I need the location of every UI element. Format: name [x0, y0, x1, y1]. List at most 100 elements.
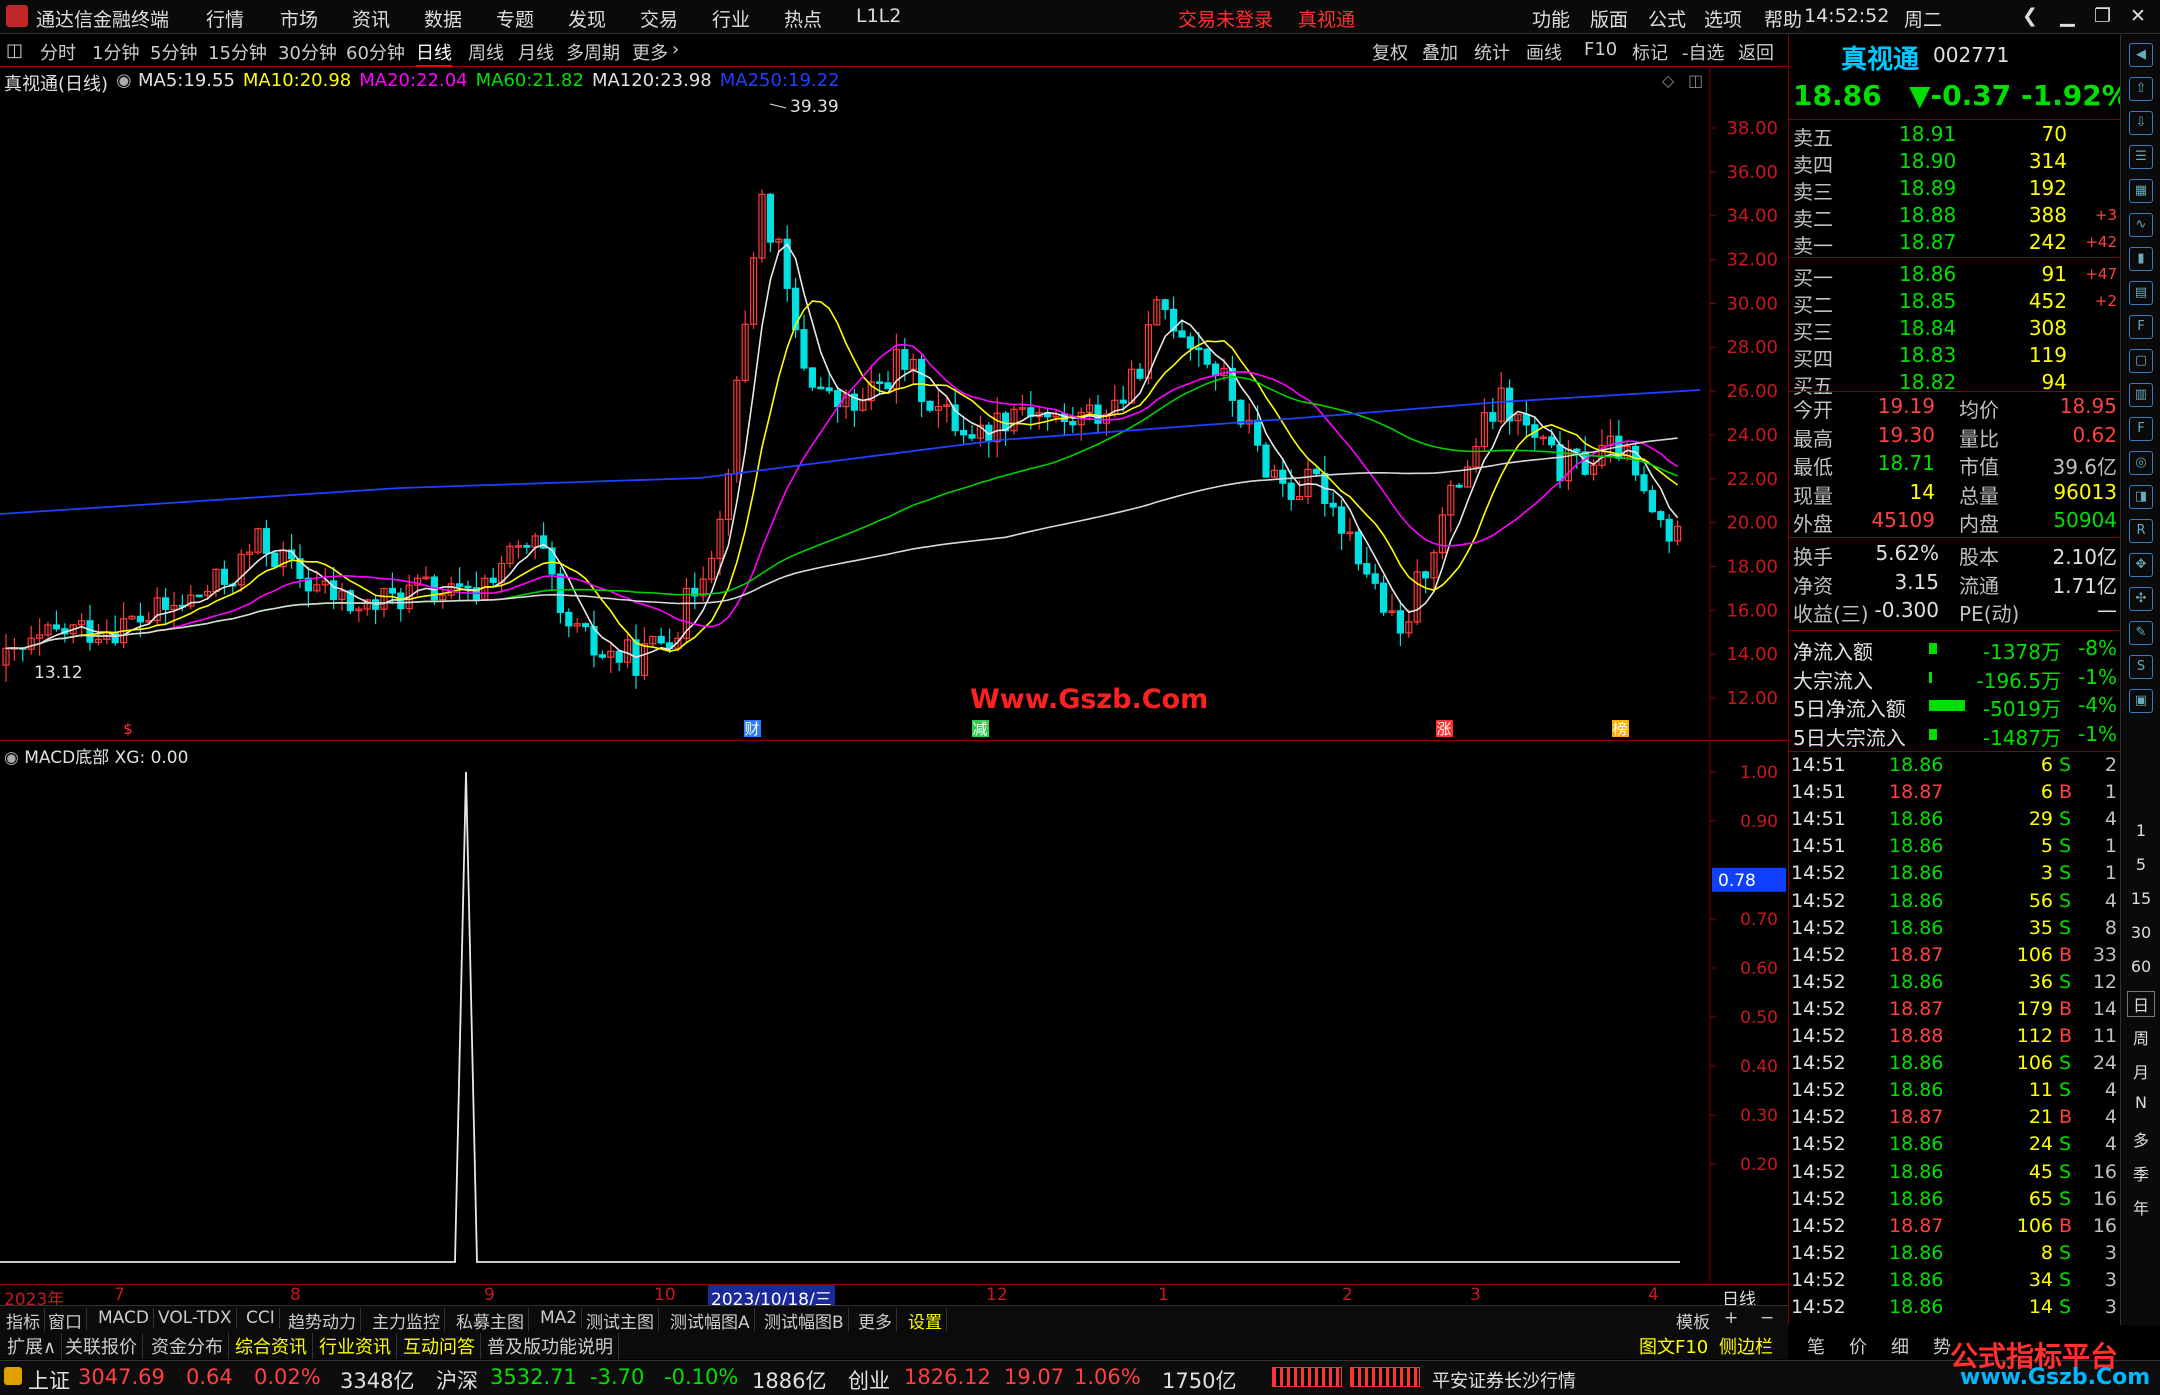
info-tab-2[interactable]: 资金分布 — [146, 1333, 229, 1359]
menu-8[interactable]: 热点 — [784, 5, 822, 32]
diamond-icon[interactable]: ◇ — [1662, 71, 1675, 90]
period-9[interactable]: 多周期 — [566, 39, 620, 65]
stock-link[interactable]: 真视通 — [1298, 5, 1355, 32]
chart-tool-1[interactable]: 叠加 — [1422, 39, 1458, 65]
info-tab-0[interactable]: 扩展∧ — [2, 1333, 63, 1359]
chart-tool-3[interactable]: 画线 — [1526, 39, 1562, 65]
tick-row[interactable]: 14:52 18.86 34 S 3 — [1789, 1268, 2121, 1295]
indicator-tab-10[interactable]: 测试幅图A — [666, 1308, 755, 1333]
template-btn-2[interactable]: − — [1756, 1308, 1778, 1328]
indicator-tab-12[interactable]: 更多 — [854, 1308, 897, 1333]
indicator-tab-4[interactable]: CCI — [242, 1308, 280, 1328]
side-period-10[interactable]: 季 — [2127, 1161, 2155, 1185]
right-menu-0[interactable]: 功能 — [1532, 5, 1570, 32]
up-arrow-icon[interactable]: ⇧ — [2129, 77, 2153, 101]
order-book-row[interactable]: 卖三 18.89 192 — [1789, 175, 2121, 204]
indicator-tab-6[interactable]: 主力监控 — [368, 1308, 445, 1333]
tick-row[interactable]: 14:52 18.86 36 S 12 — [1789, 970, 2121, 997]
tick-row[interactable]: 14:52 18.87 179 B 14 — [1789, 997, 2121, 1024]
chart-tool-0[interactable]: 复权 — [1372, 39, 1408, 65]
tick-row[interactable]: 14:52 18.87 21 B 4 — [1789, 1105, 2121, 1132]
indicator-tab-3[interactable]: VOL-TDX — [154, 1308, 237, 1328]
tick-row[interactable]: 14:52 18.86 45 S 16 — [1789, 1160, 2121, 1187]
chart-tool-6[interactable]: -自选 — [1682, 39, 1725, 65]
side-tab-0[interactable]: 图文F10 — [1634, 1333, 1713, 1359]
tool-icon[interactable]: ✥ — [2129, 553, 2153, 577]
period-2[interactable]: 5分钟 — [150, 39, 197, 65]
tick-row[interactable]: 14:52 18.86 14 S 3 — [1789, 1295, 2121, 1322]
doc-icon[interactable]: ▢ — [2129, 349, 2153, 373]
tick-row[interactable]: 14:52 18.86 11 S 4 — [1789, 1078, 2121, 1105]
layers-icon[interactable]: ◨ — [2129, 485, 2153, 509]
tick-row[interactable]: 14:52 18.86 24 S 4 — [1789, 1132, 2121, 1159]
fs-icon[interactable]: S — [2129, 655, 2153, 679]
candlestick-chart[interactable]: 38.00 36.00 34.00 32.00 30.00 28.00 26.00 24.00… — [0, 68, 1788, 740]
order-book-row[interactable]: 卖二 18.88 388 +3 — [1789, 202, 2121, 231]
period-3[interactable]: 15分钟 — [208, 39, 267, 65]
menu-3[interactable]: 数据 — [424, 5, 462, 32]
tick-row[interactable]: 14:52 18.86 65 S 16 — [1789, 1187, 2121, 1214]
period-7[interactable]: 周线 — [468, 39, 504, 65]
chart-tool-4[interactable]: F10 — [1584, 39, 1617, 60]
side-period-6[interactable]: 周 — [2127, 1025, 2155, 1049]
back-arrow-icon[interactable]: ❮ — [2022, 5, 2038, 27]
grid-icon[interactable]: ▦ — [2129, 179, 2153, 203]
order-book-row[interactable]: 卖四 18.90 314 — [1789, 148, 2121, 177]
side-period-4[interactable]: 60 — [2127, 957, 2155, 976]
side-period-3[interactable]: 30 — [2127, 923, 2155, 942]
right-menu-4[interactable]: 帮助 — [1764, 5, 1802, 32]
period-10[interactable]: 更多 — [632, 39, 668, 65]
menu-6[interactable]: 交易 — [640, 5, 678, 32]
order-book-row[interactable]: 买二 18.85 452 +2 — [1789, 288, 2121, 317]
menu-0[interactable]: 行情 — [206, 5, 244, 32]
minimize-icon[interactable]: ▁ — [2060, 5, 2075, 27]
tick-row[interactable]: 14:52 18.88 112 B 11 — [1789, 1024, 2121, 1051]
info-tab-4[interactable]: 行业资讯 — [314, 1333, 397, 1359]
menu-4[interactable]: 专题 — [496, 5, 534, 32]
close-icon[interactable]: ✕ — [2130, 5, 2146, 27]
period-0[interactable]: 分时 — [40, 39, 76, 65]
compass-icon[interactable]: ◎ — [2129, 451, 2153, 475]
candle-icon[interactable]: ▮ — [2129, 247, 2153, 271]
tick-row[interactable]: 14:51 18.86 29 S 4 — [1789, 807, 2121, 834]
info-tab-3[interactable]: 综合资讯 — [230, 1333, 313, 1359]
side-period-11[interactable]: 年 — [2127, 1195, 2155, 1219]
tick-row[interactable]: 14:52 18.86 8 S 3 — [1789, 1241, 2121, 1268]
move-icon[interactable]: ✣ — [2129, 587, 2153, 611]
side-period-2[interactable]: 15 — [2127, 889, 2155, 908]
tick-row[interactable]: 14:52 18.86 35 S 8 — [1789, 916, 2121, 943]
side-tab-3[interactable]: 价 — [1844, 1333, 1872, 1359]
down-arrow-icon[interactable]: ⇩ — [2129, 111, 2153, 135]
side-tab-4[interactable]: 细 — [1886, 1333, 1914, 1359]
restore-icon[interactable]: ❐ — [2094, 5, 2111, 27]
trade-status[interactable]: 交易未登录 — [1178, 5, 1273, 32]
order-book-row[interactable]: 卖一 18.87 242 +42 — [1789, 229, 2121, 258]
tick-row[interactable]: 14:52 18.86 3 S 1 — [1789, 861, 2121, 888]
indicator-tab-11[interactable]: 测试幅图B — [760, 1308, 849, 1333]
tick-row[interactable]: 14:51 18.86 5 S 1 — [1789, 834, 2121, 861]
period-5[interactable]: 60分钟 — [346, 39, 405, 65]
right-menu-3[interactable]: 选项 — [1704, 5, 1742, 32]
indicator-tab-0[interactable]: 指标 — [2, 1308, 45, 1333]
order-book-row[interactable]: 买三 18.84 308 — [1789, 315, 2121, 344]
right-menu-2[interactable]: 公式 — [1648, 5, 1686, 32]
period-8[interactable]: 月线 — [518, 39, 554, 65]
indicator-tab-8[interactable]: MA2 — [536, 1308, 583, 1328]
side-tab-2[interactable]: 笔 — [1802, 1333, 1830, 1359]
rsi-icon[interactable]: R — [2129, 519, 2153, 543]
chart-tool-2[interactable]: 统计 — [1474, 39, 1510, 65]
indicator-tab-5[interactable]: 趋势动力 — [284, 1308, 361, 1333]
tick-row[interactable]: 14:52 18.86 106 S 24 — [1789, 1051, 2121, 1078]
side-period-7[interactable]: 月 — [2127, 1059, 2155, 1083]
side-period-9[interactable]: 多 — [2127, 1127, 2155, 1151]
tick-row[interactable]: 14:52 18.87 106 B 33 — [1789, 943, 2121, 970]
more-chevron-icon[interactable]: › — [672, 39, 679, 60]
side-period-1[interactable]: 5 — [2127, 855, 2155, 874]
chart-tool-5[interactable]: 标记 — [1632, 39, 1668, 65]
pen-icon[interactable]: ✎ — [2129, 621, 2153, 645]
menu-5[interactable]: 发现 — [568, 5, 606, 32]
indicator-tab-7[interactable]: 私募主图 — [452, 1308, 529, 1333]
info-tab-1[interactable]: 关联报价 — [60, 1333, 143, 1359]
side-period-8[interactable]: N — [2127, 1093, 2155, 1112]
indicator-tab-1[interactable]: 窗口 — [44, 1308, 87, 1333]
